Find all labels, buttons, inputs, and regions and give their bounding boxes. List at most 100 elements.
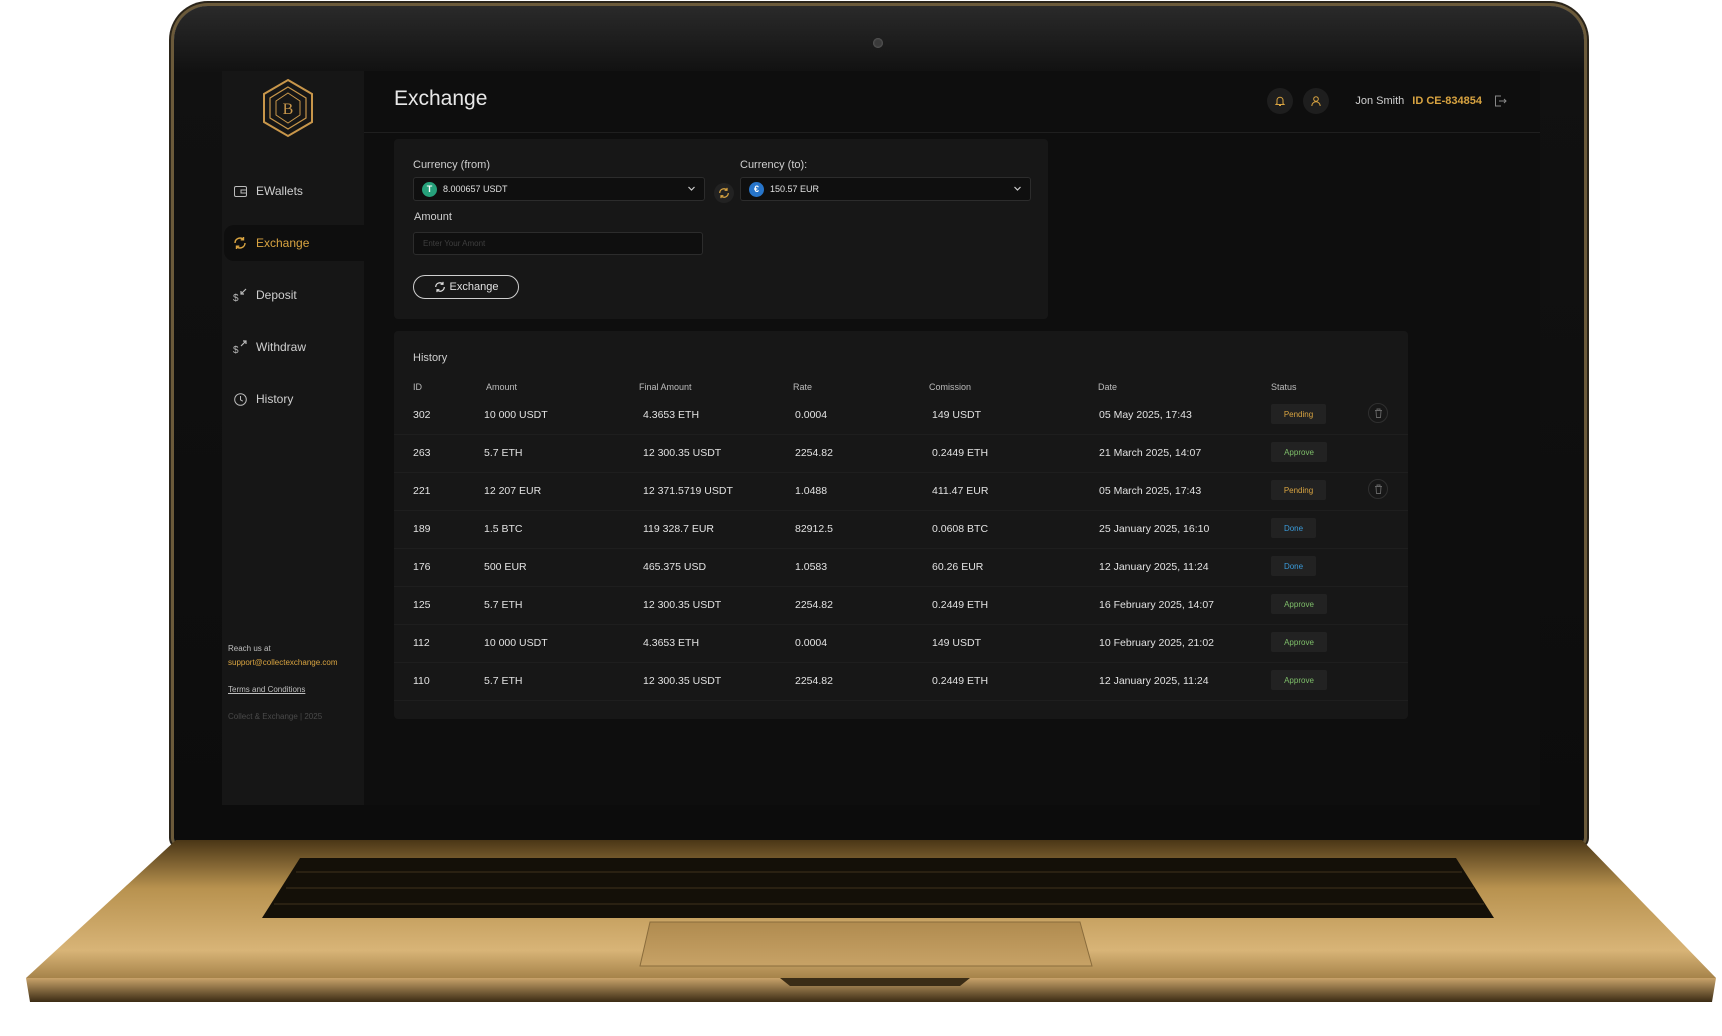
status-badge: Pending [1271,404,1326,424]
copyright-text: Collect & Exchange | 2025 [228,712,323,721]
sidebar-nav: EWallets Exchange $ Deposit $ Withdraw H… [222,173,364,433]
amount-input[interactable] [413,232,703,255]
swap-icon [719,187,729,199]
deposit-icon: $ [232,287,248,303]
cell-date: 21 March 2025, 14:07 [1099,447,1202,459]
status-badge: Approve [1271,632,1327,652]
currency-from-value: 8.000657 USDT [443,184,508,194]
chevron-down-icon [1014,186,1021,191]
logout-button[interactable] [1494,93,1510,109]
table-row: 176 500 EUR 465.375 USD 1.0583 60.26 EUR 12 J… [394,549,1408,587]
cell-commission: 0.2449 ETH [932,675,989,687]
cell-commission: 0.2449 ETH [932,599,989,611]
sidebar-item-ewallets[interactable]: EWallets [222,173,364,209]
table-row: 189 1.5 BTC 119 328.7 EUR 82912.5 0.0608 BTC… [394,511,1408,549]
currency-to-label: Currency (to): [740,159,808,171]
cell-final-amount: 12 300.35 USDT [643,599,722,611]
user-icon [1311,96,1322,107]
column-header-rate: Rate [793,382,813,392]
cell-rate: 0.0004 [795,409,828,421]
status-badge: Approve [1271,670,1327,690]
brand-logo-icon: B [263,78,313,138]
status-badge: Done [1271,518,1316,538]
cell-commission: 411.47 EUR [932,485,989,497]
user-area: Jon Smith ID CE-834854 [1257,85,1510,117]
column-header-date: Date [1098,382,1118,392]
table-row: 110 5.7 ETH 12 300.35 USDT 2254.82 0.2449 ET… [394,663,1408,701]
cell-final-amount: 465.375 USD [643,561,707,573]
cell-rate: 82912.5 [795,523,833,535]
history-title: History [413,352,448,364]
sidebar-item-label: History [256,392,294,406]
currency-from-label: Currency (from) [413,159,491,171]
cell-date: 10 February 2025, 21:02 [1099,637,1214,649]
cell-commission: 0.2449 ETH [932,447,989,459]
cell-date: 12 January 2025, 11:24 [1099,675,1209,687]
column-header-status: Status [1271,382,1297,392]
sidebar-item-label: Withdraw [256,340,307,354]
sidebar-item-exchange[interactable]: Exchange [224,225,364,261]
user-name: Jon Smith [1355,95,1405,107]
table-row: 263 5.7 ETH 12 300.35 USDT 2254.82 0.2449 ET… [394,435,1408,473]
notifications-button[interactable] [1267,88,1294,114]
support-email-link[interactable]: support@collectexchange.com [228,658,360,667]
wallet-icon [232,183,248,199]
table-row: 302 10 000 USDT 4.3653 ETH 0.0004 149 USDT 05… [394,397,1408,435]
euro-coin-icon: € [749,181,764,197]
cell-commission: 149 USDT [932,637,982,649]
currency-from-select[interactable]: T 8.000657 USDT [413,177,705,201]
cell-final-amount: 119 328.7 EUR [643,523,715,535]
cell-amount: 1.5 BTC [484,523,523,535]
cell-amount: 5.7 ETH [484,675,523,687]
column-header-commission: Comission [929,382,972,392]
laptop-camera [873,38,883,48]
svg-text:$: $ [233,345,239,354]
cell-id: 176 [413,561,431,573]
currency-to-select[interactable]: € 150.57 EUR [740,177,1031,201]
column-header-amount: Amount [486,382,518,392]
cell-rate: 1.0583 [795,561,828,573]
sidebar-item-deposit[interactable]: $ Deposit [222,277,364,313]
cell-amount: 500 EUR [484,561,527,573]
cell-date: 25 January 2025, 16:10 [1099,523,1210,535]
sidebar-item-withdraw[interactable]: $ Withdraw [222,329,364,365]
cell-amount: 10 000 USDT [484,637,548,649]
cell-id: 125 [413,599,431,611]
cell-rate: 0.0004 [795,637,828,649]
withdraw-icon: $ [232,339,248,355]
column-header-id: ID [413,382,422,392]
exchange-button[interactable]: Exchange [413,275,519,299]
cell-final-amount: 12 300.35 USDT [643,447,722,459]
sidebar: B EWallets Exchange $ Deposit $ Withdraw… [222,71,364,805]
sidebar-item-history[interactable]: History [222,381,364,417]
cell-commission: 0.0608 BTC [932,523,989,535]
cell-rate: 2254.82 [795,447,833,459]
terms-link[interactable]: Terms and Conditions [228,685,360,694]
currency-to-value: 150.57 EUR [770,184,820,194]
sidebar-item-label: Exchange [256,236,310,250]
delete-row-button[interactable] [1368,403,1388,423]
clock-icon [232,391,248,407]
status-badge: Pending [1271,480,1326,500]
exchange-icon [232,235,248,251]
table-row: 221 12 207 EUR 12 371.5719 USDT 1.0488 411.4… [394,473,1408,511]
exchange-button-label: Exchange [449,281,499,293]
cell-id: 189 [413,523,431,535]
table-header: ID Amount Final Amount Rate Comission Da… [394,382,1408,396]
cell-id: 302 [413,409,431,421]
svg-text:$: $ [233,293,239,302]
app-screen: B EWallets Exchange $ Deposit $ Withdraw… [222,71,1540,805]
swap-currencies-button[interactable] [714,183,734,203]
cell-rate: 1.0488 [795,485,828,497]
cell-date: 16 February 2025, 14:07 [1099,599,1214,611]
delete-row-button[interactable] [1368,479,1388,499]
cell-final-amount: 12 371.5719 USDT [643,485,733,497]
status-badge: Approve [1271,442,1327,462]
user-id: ID CE-834854 [1412,95,1482,107]
logout-icon [1495,95,1507,107]
profile-button[interactable] [1303,88,1330,114]
cell-date: 05 May 2025, 17:43 [1099,409,1192,421]
cell-final-amount: 4.3653 ETH [643,637,700,649]
tether-coin-icon: T [422,181,437,197]
sidebar-footer: Reach us at support@collectexchange.com … [228,644,360,721]
